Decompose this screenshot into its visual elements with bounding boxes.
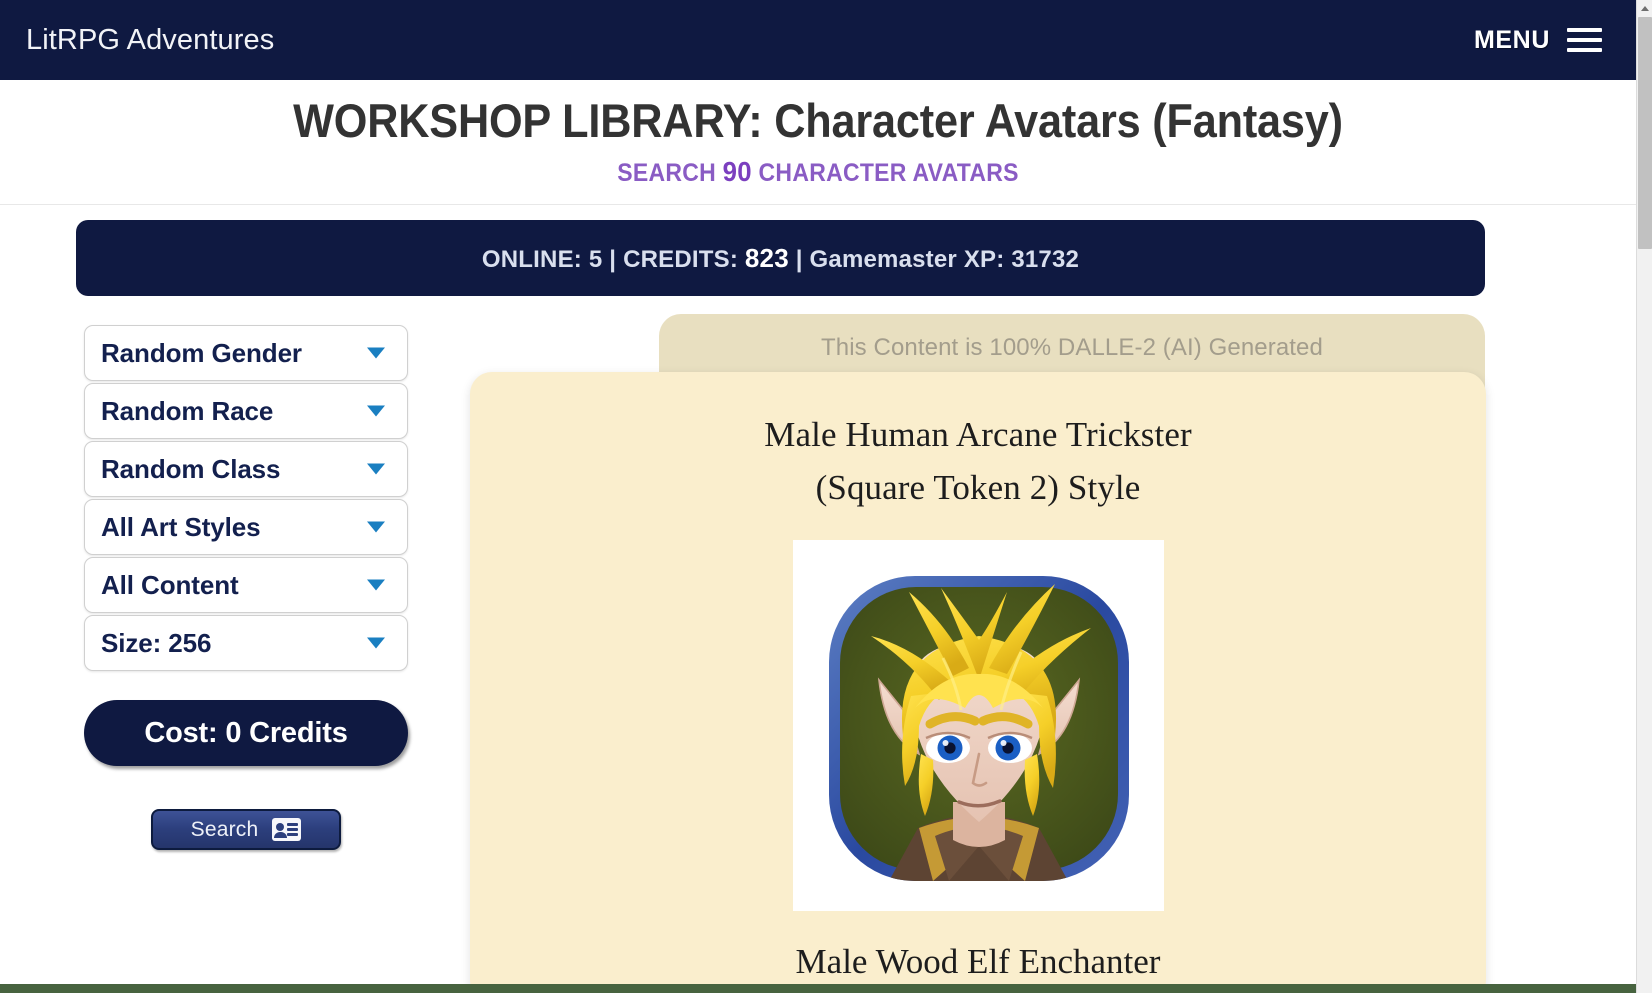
avatar-card-title-line2: (Square Token 2) Style: [815, 468, 1141, 508]
contact-card-icon: [272, 818, 302, 841]
site-brand[interactable]: LitRPG Adventures: [26, 25, 274, 55]
sidebar-item-art-style[interactable]: All Art Styles: [84, 499, 408, 555]
class-select-value: Random Class: [101, 453, 281, 484]
avatar-count: 90: [722, 155, 752, 187]
chevron-down-icon: [367, 405, 385, 417]
hamburger-icon[interactable]: [1567, 28, 1602, 52]
avatar-card-title: Male Human Arcane Trickster (Square Toke…: [470, 408, 1486, 514]
sidebar-item-class[interactable]: Random Class: [84, 441, 408, 497]
page-title: WORKSHOP LIBRARY: Character Avatars (Fan…: [293, 94, 1343, 147]
subtitle-prefix: SEARCH: [617, 158, 716, 187]
ai-disclaimer: This Content is 100% DALLE-2 (AI) Genera…: [821, 334, 1323, 361]
chevron-down-icon: [367, 637, 385, 649]
status-separator-2: |: [795, 245, 803, 273]
online-label: ONLINE:: [481, 245, 582, 273]
page-header: WORKSHOP LIBRARY: Character Avatars (Fan…: [0, 80, 1636, 205]
footer-strip: [0, 984, 1636, 993]
sidebar-item-size[interactable]: Size: 256: [84, 615, 408, 671]
status-separator-1: |: [609, 245, 617, 273]
menu-label: MENU: [1473, 25, 1550, 54]
subtitle-suffix: CHARACTER AVATARS: [758, 158, 1019, 187]
cost-button[interactable]: Cost: 0 Credits: [84, 700, 408, 766]
sidebar-item-content[interactable]: All Content: [84, 557, 408, 613]
search-button-wrap: Search: [84, 809, 408, 850]
sidebar-item-race[interactable]: Random Race: [84, 383, 408, 439]
online-value: 5: [588, 245, 603, 273]
top-navbar: LitRPG Adventures MENU: [0, 0, 1636, 80]
size-select-value: Size: 256: [101, 627, 212, 658]
status-text: ONLINE: 5 | CREDITS: 823 | Gamemaster XP…: [482, 243, 1079, 274]
scroll-up-arrow-icon[interactable]: [1637, 0, 1652, 17]
chevron-down-icon: [367, 347, 385, 359]
credits-label: CREDITS:: [623, 245, 739, 273]
status-bar: ONLINE: 5 | CREDITS: 823 | Gamemaster XP…: [76, 220, 1485, 296]
race-select-value: Random Race: [101, 395, 274, 426]
art-style-select-value: All Art Styles: [101, 511, 261, 542]
chevron-down-icon: [367, 463, 385, 475]
chevron-down-icon: [367, 579, 385, 591]
search-button[interactable]: Search: [151, 809, 341, 850]
page-root: LitRPG Adventures MENU WORKSHOP LIBRARY:…: [0, 0, 1652, 993]
filter-sidebar: Random Gender Random Race Random Class A…: [84, 325, 408, 850]
gender-select-value: Random Gender: [101, 337, 302, 368]
sidebar-item-gender[interactable]: Random Gender: [84, 325, 408, 381]
avatar-card-title-line1: Male Human Arcane Trickster: [764, 415, 1192, 454]
avatar[interactable]: [792, 540, 1164, 912]
xp-label: Gamemaster XP:: [809, 245, 1005, 273]
avatar-result-card[interactable]: Male Human Arcane Trickster (Square Toke…: [470, 372, 1486, 993]
next-card-title: Male Wood Elf Enchanter: [795, 942, 1161, 982]
scrollbar-thumb[interactable]: [1638, 17, 1652, 249]
chevron-down-icon: [367, 521, 385, 533]
menu-toggle[interactable]: MENU: [1474, 26, 1610, 55]
vertical-scrollbar[interactable]: [1636, 0, 1652, 993]
credits-value: 823: [744, 242, 789, 273]
xp-value: 31732: [1011, 245, 1080, 273]
page-subtitle: SEARCH 90 CHARACTER AVATARS: [65, 156, 1570, 188]
content-select-value: All Content: [101, 569, 239, 600]
search-button-label: Search: [190, 817, 259, 841]
